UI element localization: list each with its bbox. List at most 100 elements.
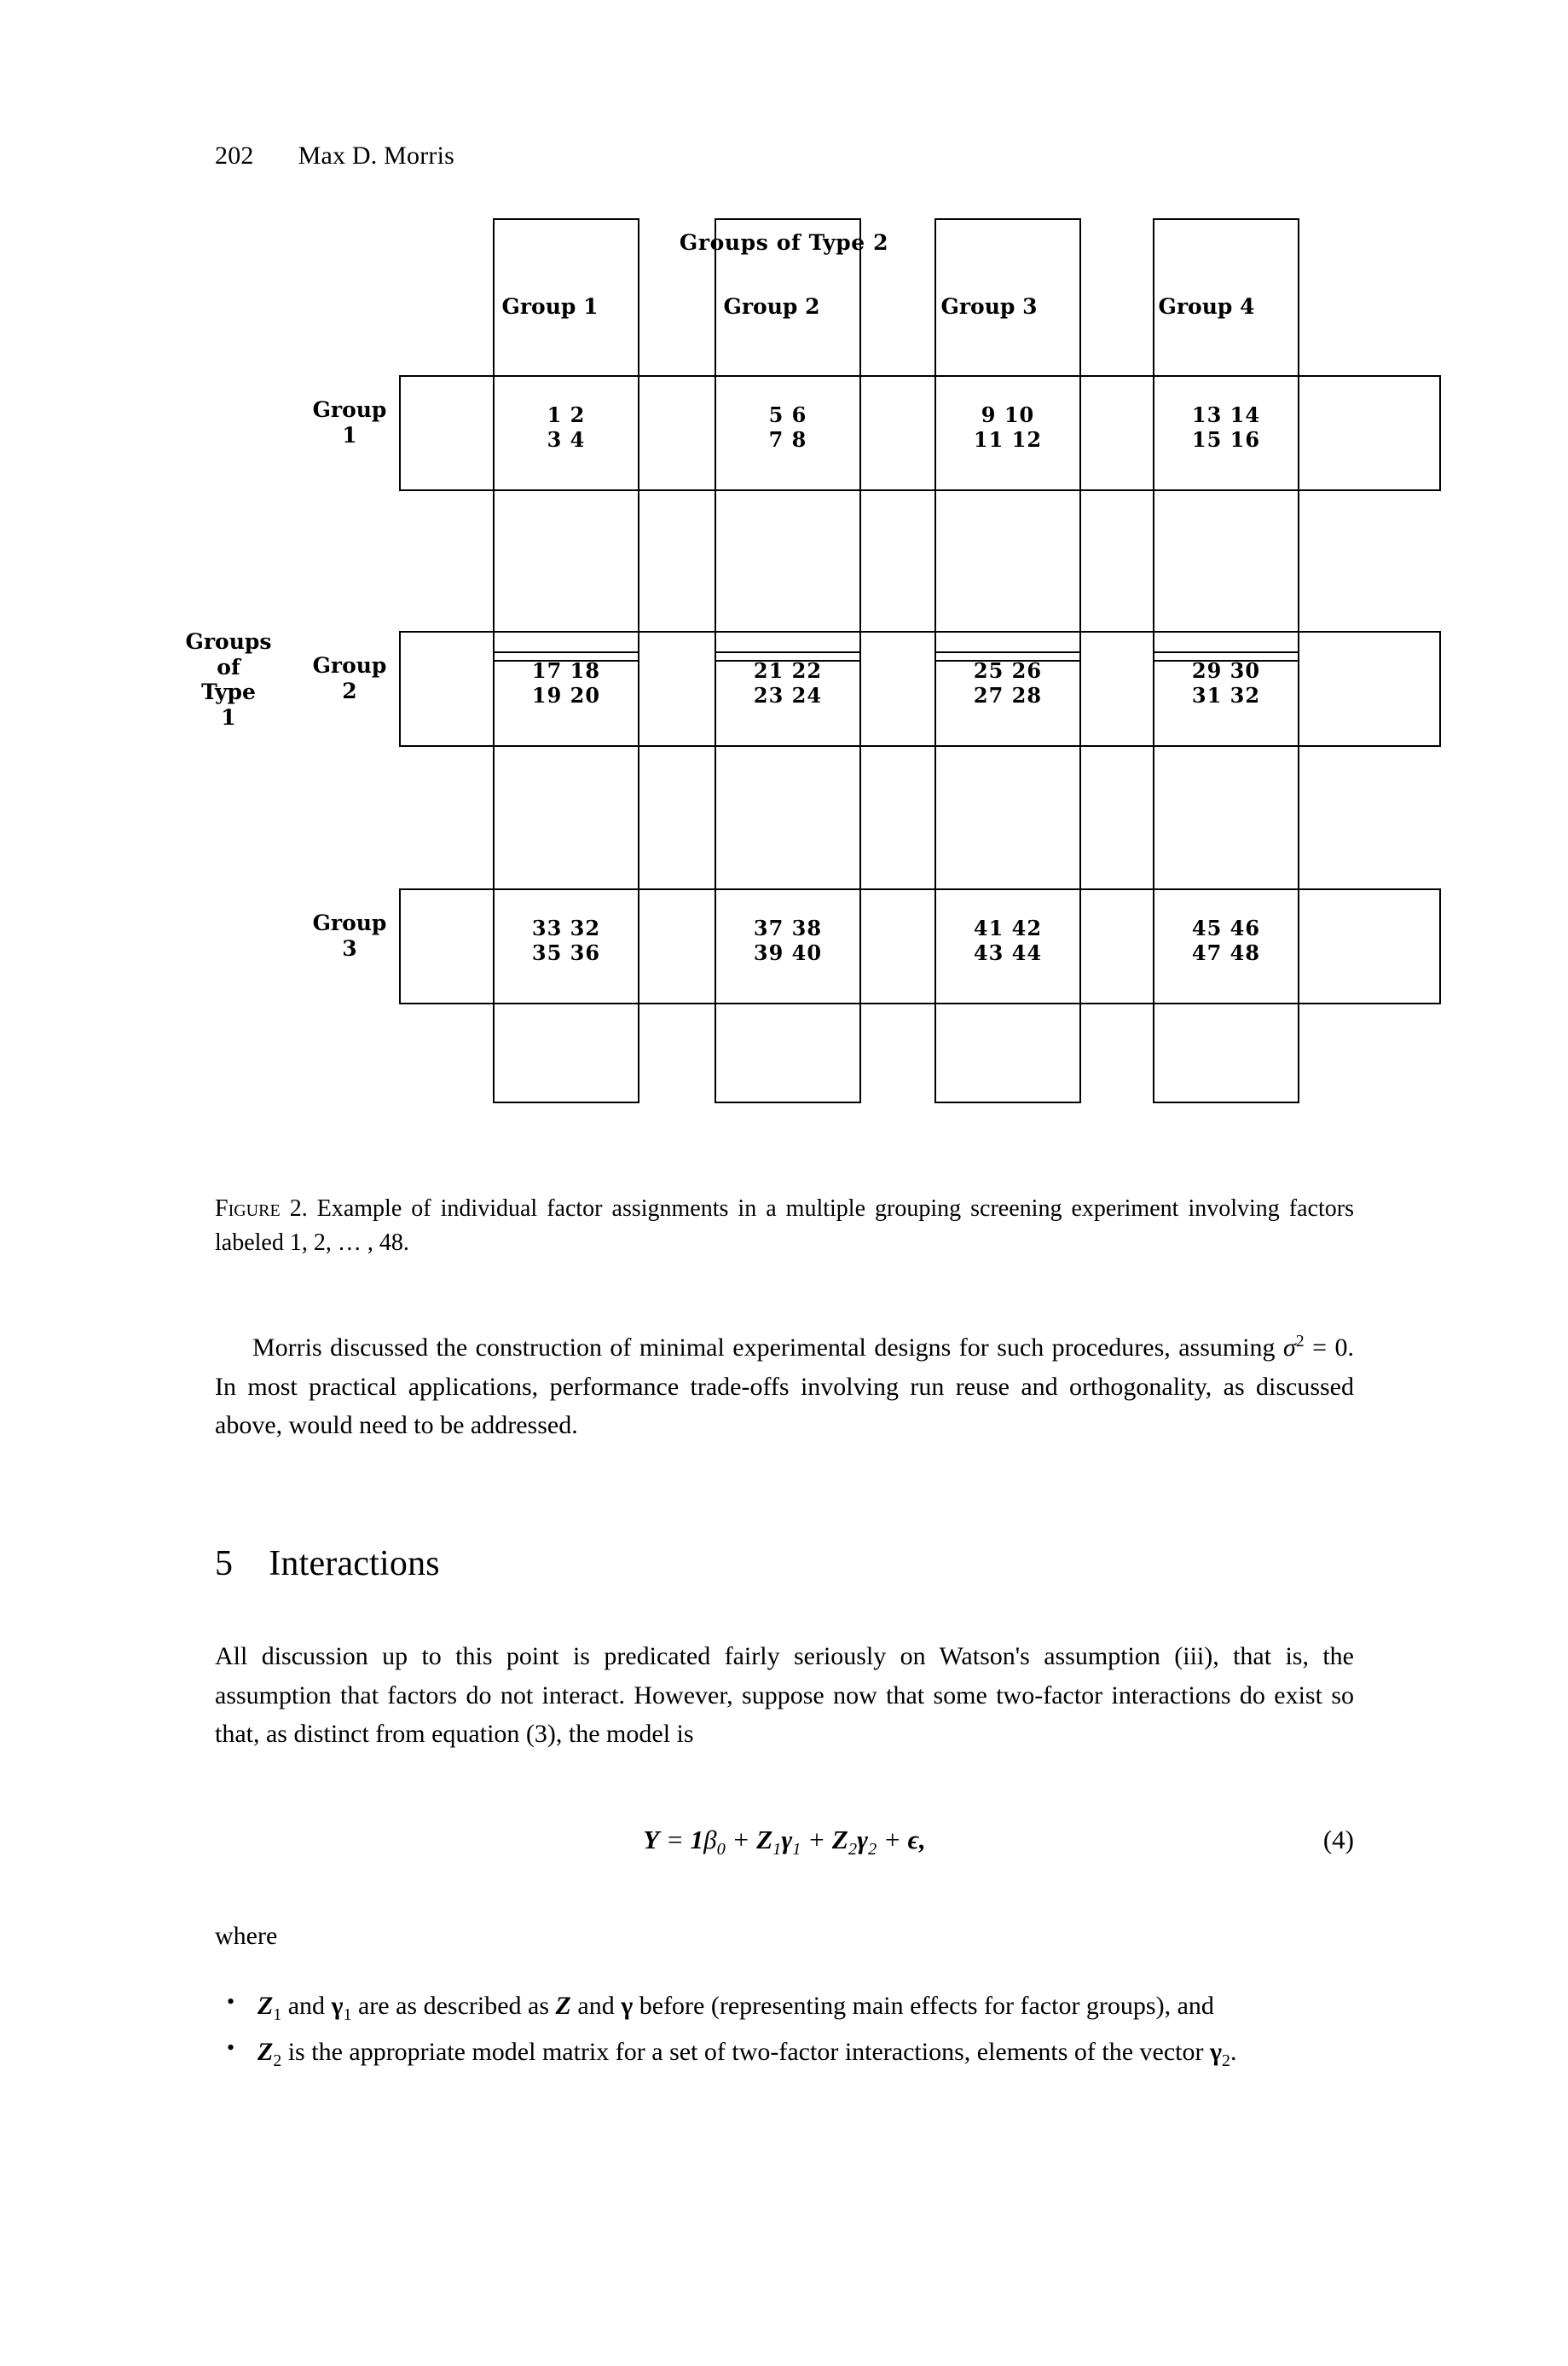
equation-plus-2: + xyxy=(801,1825,832,1854)
equation-beta: β xyxy=(703,1825,717,1854)
page-number: 202 xyxy=(215,142,254,170)
equation-gamma2-sub: 2 xyxy=(867,1840,877,1860)
equation-4-row: Y = 1β0 + Z1γ1 + Z2γ2 + ϵ, (4) xyxy=(215,1825,1354,1876)
equation-plus-1: + xyxy=(725,1825,757,1854)
cell-r3c4: 45 46 47 48 xyxy=(1153,916,1299,966)
cell-r3c2-top: 37 38 xyxy=(753,916,823,940)
bullet-1-gamma-sub: 1 xyxy=(343,2005,352,2024)
cell-r1c1: 1 2 3 4 xyxy=(493,402,639,453)
row-header-group-2-line-1: Group xyxy=(312,653,387,678)
cell-r2c2-top: 21 22 xyxy=(753,658,823,683)
equation-gamma1: γ xyxy=(781,1825,793,1854)
document-page: 202 Max D. Morris Groups of Type 2 Group … xyxy=(0,0,1568,2366)
equation-Z1-sub: 1 xyxy=(772,1840,782,1860)
definition-bullet-list: • Z1 and γ1 are as described as Z and γ b… xyxy=(215,1987,1354,2079)
cell-r3c1: 33 32 35 36 xyxy=(493,916,639,966)
cell-r2c3-bottom: 27 28 xyxy=(973,683,1043,709)
bullet-1-gamma: γ xyxy=(331,1992,344,2020)
cell-r3c1-bottom: 35 36 xyxy=(531,940,601,966)
cell-r2c4-top: 29 30 xyxy=(1191,658,1261,683)
bullet-1-Z-sub: 1 xyxy=(273,2005,282,2024)
cell-r3c3-bottom: 43 44 xyxy=(973,940,1043,966)
cell-r2c1-bottom: 19 20 xyxy=(531,683,601,709)
cell-r1c2: 5 6 7 8 xyxy=(715,402,861,453)
bullet-1-gamma-plain: γ xyxy=(621,1992,634,2020)
bullet-item-z1: • Z1 and γ1 are as described as Z and γ b… xyxy=(215,1987,1354,2028)
row-header-group-2-line-2: 2 xyxy=(342,678,357,703)
bullet-item-z2: • Z2 is the appropriate model matrix for … xyxy=(215,2033,1354,2074)
cell-r3c2: 37 38 39 40 xyxy=(715,916,861,966)
where-line: where xyxy=(215,1922,278,1950)
row-axis-title-line-1: Groups xyxy=(185,629,272,654)
equation-epsilon: ϵ, xyxy=(907,1825,926,1854)
grouping-diagram: Group 1 Group 2 Group 3 Group 4 Groups o… xyxy=(0,218,1568,1160)
bullet-1-mid1: and xyxy=(281,1992,332,2020)
header-author: Max D. Morris xyxy=(298,142,455,170)
cell-r1c1-bottom: 3 4 xyxy=(547,427,586,453)
section-heading-interactions: 5 Interactions xyxy=(215,1543,440,1584)
cell-r1c3: 9 10 11 12 xyxy=(934,402,1081,453)
cell-r2c3: 25 26 27 28 xyxy=(934,658,1081,709)
section-title: Interactions xyxy=(269,1544,440,1583)
equation-Y: Y xyxy=(643,1825,660,1854)
equation-Z2: Z xyxy=(831,1825,848,1854)
equation-gamma1-sub: 1 xyxy=(792,1840,801,1860)
bullet-1-Z: Z xyxy=(257,1992,274,2020)
cell-r2c4: 29 30 31 32 xyxy=(1153,658,1299,709)
cell-r3c3-top: 41 42 xyxy=(973,916,1043,940)
running-header: 202 Max D. Morris xyxy=(215,142,454,171)
cell-r1c1-top: 1 2 xyxy=(547,402,586,427)
cell-r2c1-top: 17 18 xyxy=(531,658,601,683)
cell-r1c3-top: 9 10 xyxy=(981,402,1035,427)
cell-r2c1: 17 18 19 20 xyxy=(493,658,639,709)
equation-gamma2: γ xyxy=(857,1825,868,1854)
row-header-group-1: Group 1 xyxy=(281,397,418,448)
row-header-group-3-line-1: Group xyxy=(312,911,387,935)
bullet-2-Z: Z xyxy=(257,2038,274,2067)
equation-one: 1 xyxy=(690,1825,704,1854)
figure-2: Groups of Type 2 Group 1 Group 2 Group 3… xyxy=(0,218,1568,1160)
equation-beta-sub: 0 xyxy=(716,1840,726,1860)
bullet-2-Z-sub: 2 xyxy=(273,2051,282,2071)
cell-r3c3: 41 42 43 44 xyxy=(934,916,1081,966)
bullet-2-gamma-sub: 2 xyxy=(1222,2051,1230,2071)
cell-r2c4-bottom: 31 32 xyxy=(1191,683,1261,709)
cell-r1c4-top: 13 14 xyxy=(1191,402,1261,427)
bullet-1-Z-plain: Z xyxy=(555,1992,571,2020)
section-number: 5 xyxy=(215,1544,234,1583)
cell-r1c4-bottom: 15 16 xyxy=(1191,427,1261,453)
cell-r1c3-bottom: 11 12 xyxy=(973,427,1043,453)
row-header-group-3: Group 3 xyxy=(281,911,418,961)
cell-r2c2: 21 22 23 24 xyxy=(715,658,861,709)
equation-4-number: (4) xyxy=(1322,1825,1354,1854)
cell-r2c2-bottom: 23 24 xyxy=(753,683,823,709)
bullet-dot-icon: • xyxy=(227,2035,235,2061)
row-header-group-2: Group 2 xyxy=(281,653,418,703)
figure-caption: Figure 2. Example of individual factor a… xyxy=(215,1192,1354,1260)
sigma-symbol: σ xyxy=(1282,1333,1296,1362)
row-header-group-1-line-1: Group xyxy=(312,397,387,422)
paragraph-1-part-a: Morris discussed the construction of min… xyxy=(252,1333,1283,1362)
bullet-1-mid2: are as described as xyxy=(351,1992,556,2020)
cell-r1c2-bottom: 7 8 xyxy=(768,427,807,453)
bullet-2-tail: . xyxy=(1230,2038,1237,2067)
bullet-1-tail: before (representing main effects for fa… xyxy=(633,1992,1214,2020)
figure-caption-label: Figure 2. xyxy=(215,1195,308,1222)
cell-r1c4: 13 14 15 16 xyxy=(1153,402,1299,453)
bullet-2-mid1: is the appropriate model matrix for a se… xyxy=(281,2038,1210,2067)
paragraph-morris-discussed: Morris discussed the construction of min… xyxy=(215,1328,1354,1445)
cell-r3c1-top: 33 32 xyxy=(531,916,601,940)
bullet-2-gamma: γ xyxy=(1210,2038,1223,2067)
row-header-group-1-line-2: 1 xyxy=(342,422,357,448)
sigma-exponent: 2 xyxy=(1295,1332,1305,1351)
equation-4-body: Y = 1β0 + Z1γ1 + Z2γ2 + ϵ, xyxy=(215,1825,1354,1860)
bullet-1-mid3: and xyxy=(570,1992,622,2020)
cell-r3c2-bottom: 39 40 xyxy=(753,940,823,966)
row-header-group-3-line-2: 3 xyxy=(342,935,357,961)
row-axis-title-line-4: 1 xyxy=(221,704,236,730)
equation-plus-3: + xyxy=(877,1825,908,1854)
equation-Z1: Z xyxy=(756,1825,773,1854)
cell-r3c4-top: 45 46 xyxy=(1191,916,1261,940)
cell-r1c2-top: 5 6 xyxy=(768,402,807,427)
paragraph-all-discussion: All discussion up to this point is predi… xyxy=(215,1642,1354,1749)
